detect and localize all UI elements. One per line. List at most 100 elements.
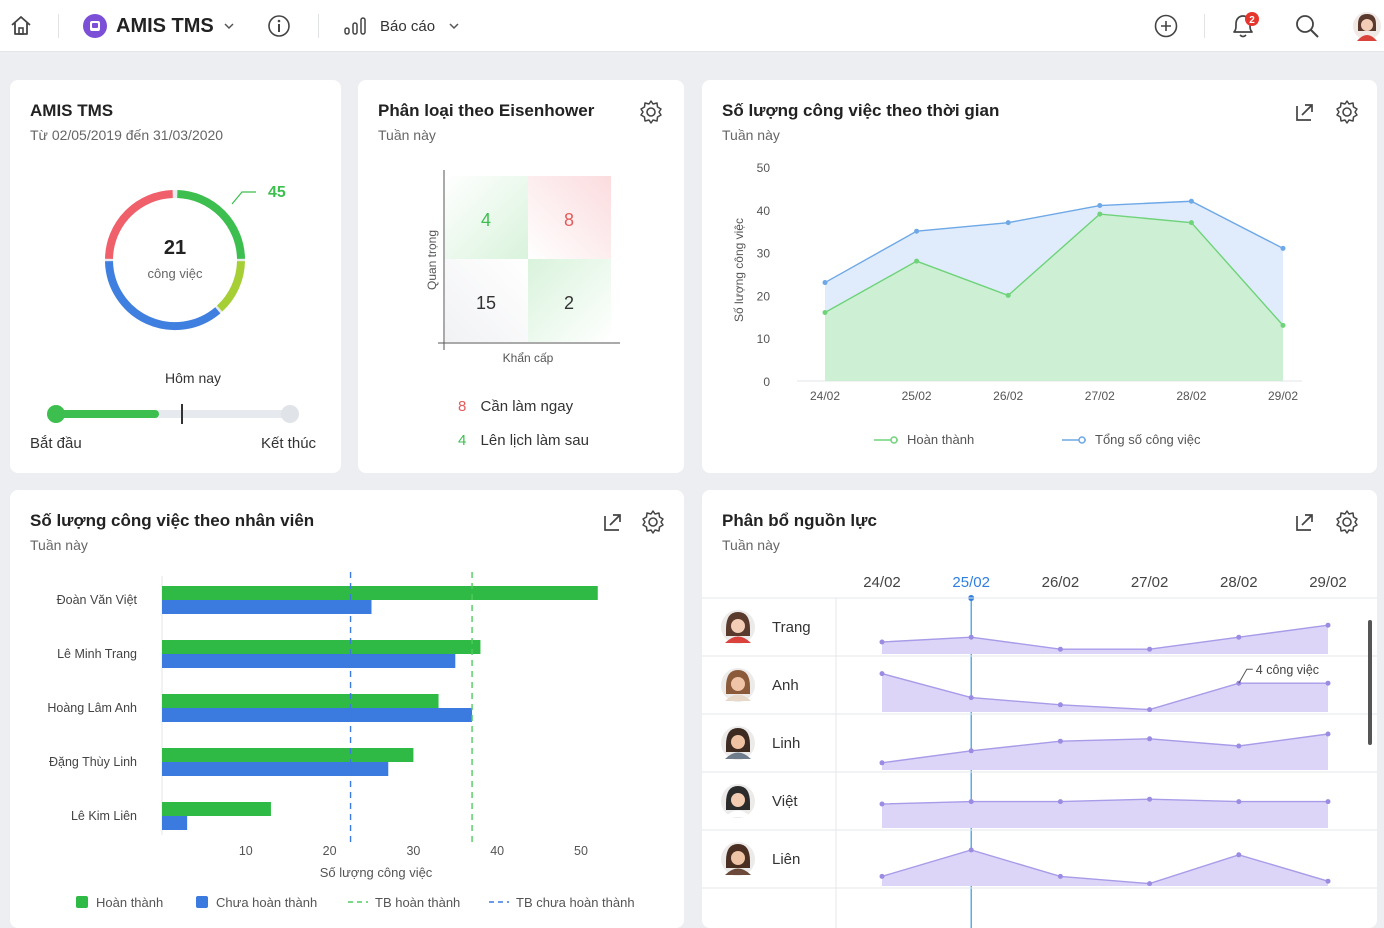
app-name: AMIS TMS	[116, 14, 214, 37]
allocation-point	[1057, 738, 1063, 744]
y-axis-label: Số lượng công việc	[732, 218, 746, 322]
data-point	[822, 310, 828, 316]
date-header: 28/02	[1220, 574, 1258, 591]
allocation-point	[968, 748, 974, 754]
legend-label: TB hoàn thành	[375, 895, 460, 910]
report-label: Báo cáo	[380, 17, 436, 35]
cell-value: 8	[564, 210, 574, 230]
date-header: 24/02	[863, 574, 901, 591]
legend-swatch	[76, 896, 88, 908]
allocation-area	[882, 799, 1328, 828]
donut-segment-green	[177, 190, 245, 259]
x-tick-label: 25/02	[902, 389, 932, 403]
x-tick-label: 50	[574, 844, 588, 858]
category-label: Đặng Thùy Linh	[49, 755, 137, 769]
bar-incomplete	[162, 816, 188, 830]
home-icon[interactable]	[8, 0, 34, 52]
settings-gear-icon[interactable]	[638, 99, 664, 125]
add-icon[interactable]	[1153, 0, 1179, 52]
horizontal-bar-chart: Đoàn Văn Việt Lê Minh Trang Hoàng Lâm Anh Đ…	[47, 572, 635, 910]
start-label: Bắt đầu	[30, 435, 82, 452]
allocation-point	[1236, 799, 1242, 805]
line-area-chart: 0 10 20 30 40 50 Số lượng công việc 24/02 25/02 2…	[732, 161, 1302, 447]
allocation-point	[968, 634, 974, 640]
timeline-track	[47, 404, 299, 424]
bar-incomplete	[162, 762, 389, 776]
x-axis-label: Số lượng công việc	[320, 865, 433, 880]
bar-incomplete	[162, 600, 372, 614]
data-point	[1005, 220, 1011, 226]
bar-completed	[162, 748, 414, 762]
app-logo-icon	[83, 14, 107, 38]
legend-item: 8 Cần làm ngay	[458, 398, 574, 415]
data-point	[1188, 198, 1194, 204]
allocation-point	[1147, 646, 1153, 652]
app-switcher[interactable]: AMIS TMS	[82, 0, 236, 52]
legend-label: TB chưa hoàn thành	[516, 895, 635, 910]
allocation-area	[882, 673, 1328, 712]
date-header: 25/02	[952, 574, 990, 591]
today-marker	[180, 404, 183, 424]
search-icon[interactable]	[1293, 0, 1321, 52]
timeline-start-handle[interactable]	[47, 405, 65, 423]
allocation-point	[879, 760, 885, 766]
notification-badge: 2	[1249, 15, 1255, 26]
end-label: Kết thúc	[261, 435, 317, 452]
x-tick-label: 40	[490, 844, 504, 858]
legend-label: Hoàn thành	[907, 432, 974, 447]
notification-bell-icon[interactable]: 2	[1228, 0, 1262, 52]
date-header: 27/02	[1131, 574, 1169, 591]
allocation-point	[879, 639, 885, 645]
y-tick-label: 40	[757, 204, 771, 218]
category-label: Đoàn Văn Việt	[57, 593, 138, 607]
bar-chart-icon	[344, 17, 366, 35]
tooltip-leader	[1238, 668, 1253, 684]
allocation-point	[1325, 878, 1331, 884]
allocation-point	[1325, 680, 1331, 686]
data-point	[1097, 203, 1103, 209]
person-name: Anh	[772, 677, 799, 694]
category-label: Hoàng Lâm Anh	[47, 701, 137, 715]
person-name: Linh	[772, 735, 800, 752]
donut-segment-lime	[216, 260, 245, 312]
total-unit: công việc	[148, 266, 203, 281]
allocation-point	[1236, 743, 1242, 749]
summary-card: AMIS TMS Từ 02/05/2019 đến 31/03/2020 45…	[10, 80, 341, 473]
bar-completed	[162, 586, 598, 600]
report-menu[interactable]: Báo cáo	[342, 0, 461, 52]
user-avatar[interactable]	[1352, 0, 1382, 52]
card-subtitle: Tuần này	[378, 127, 436, 143]
date-header: 29/02	[1309, 574, 1347, 591]
data-point	[1280, 322, 1286, 328]
avatar-face	[731, 619, 745, 633]
allocation-point	[968, 847, 974, 853]
allocation-point	[1147, 736, 1153, 742]
timeline-end-handle[interactable]	[281, 405, 299, 423]
date-header: 26/02	[1042, 574, 1080, 591]
total-count: 21	[164, 237, 186, 259]
person-name: Trang	[772, 619, 811, 636]
allocation-point	[1325, 622, 1331, 628]
category-label: Lê Kim Liên	[71, 809, 137, 823]
info-icon[interactable]	[266, 0, 292, 52]
legend-label: Tổng số công việc	[1095, 432, 1201, 447]
bar-completed	[162, 802, 271, 816]
cell-value: 15	[476, 293, 496, 313]
allocation-point	[1147, 881, 1153, 887]
allocation-point	[1325, 799, 1331, 805]
data-point	[1097, 211, 1103, 217]
tooltip-label: 4 công việc	[1256, 663, 1319, 677]
legend-swatch	[196, 896, 208, 908]
card-title: Phân loại theo Eisenhower	[378, 101, 595, 120]
resource-allocation-card: Phân bổ nguồn lực Tuần này 24/02 25/02 26/…	[702, 490, 1377, 928]
y-tick-label: 10	[757, 332, 771, 346]
legend-marker	[1078, 436, 1086, 444]
cell-value: 4	[481, 210, 491, 230]
eisenhower-card: Phân loại theo Eisenhower Tuần này 4 8 1…	[358, 80, 684, 473]
chevron-down-icon	[224, 23, 234, 30]
y-tick-label: 30	[757, 247, 771, 261]
scrollbar-thumb[interactable]	[1368, 620, 1372, 745]
data-point	[914, 258, 920, 264]
x-tick-label: 10	[239, 844, 253, 858]
data-point	[822, 280, 828, 286]
